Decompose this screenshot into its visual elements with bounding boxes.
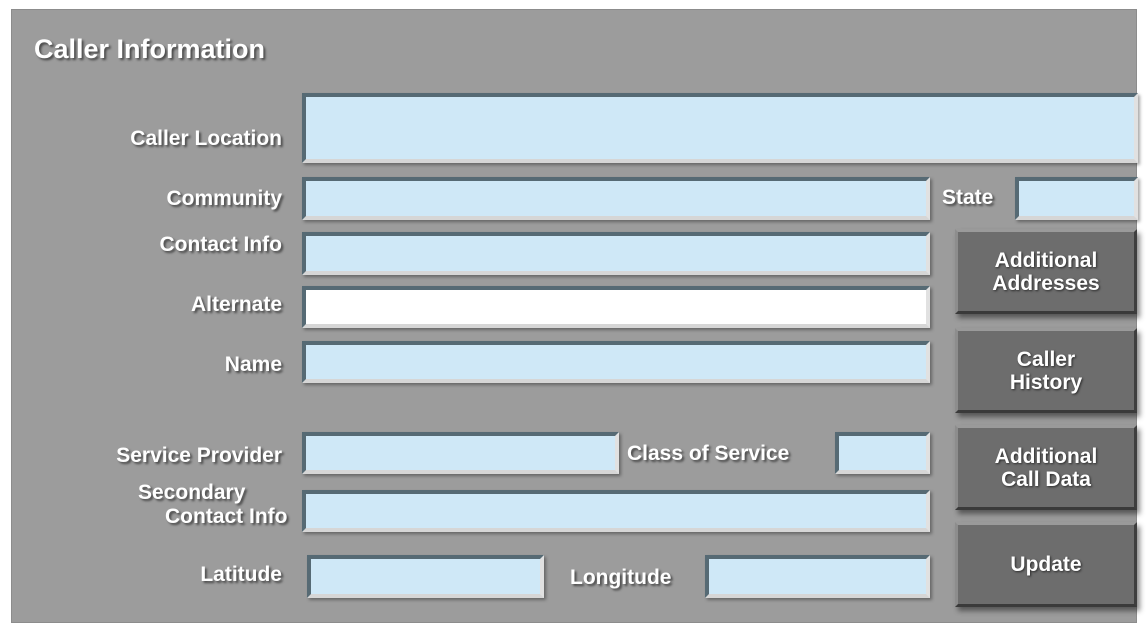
secondary-label-line1: Secondary [138, 481, 246, 504]
community-label: Community [166, 187, 283, 210]
class-of-service-label: Class of Service [627, 442, 790, 465]
name-label: Name [224, 353, 282, 376]
update-button[interactable]: Update [955, 522, 1137, 607]
additional-addresses-button[interactable]: Additional Addresses [955, 229, 1137, 314]
name-field[interactable] [302, 341, 930, 383]
contact-info-field[interactable] [302, 232, 930, 275]
class-of-service-field[interactable] [835, 432, 930, 474]
additional-call-data-button[interactable]: Additional Call Data [955, 425, 1137, 510]
secondary-label-line2: Contact Info [165, 505, 288, 528]
service-provider-field[interactable] [302, 432, 619, 474]
state-label: State [942, 186, 994, 209]
alternate-field[interactable] [302, 286, 930, 328]
latitude-label: Latitude [200, 563, 282, 586]
caller-history-button[interactable]: Caller History [955, 328, 1137, 413]
longitude-label: Longitude [570, 566, 672, 589]
state-field[interactable] [1015, 177, 1138, 220]
contact-info-label: Contact Info [159, 233, 282, 256]
secondary-contact-info-field[interactable] [302, 490, 930, 532]
longitude-field[interactable] [705, 555, 930, 598]
caller-location-field[interactable] [302, 93, 1138, 163]
caller-location-label: Caller Location [130, 127, 282, 150]
panel-title: Caller Information [34, 34, 266, 64]
community-field[interactable] [302, 177, 930, 220]
service-provider-label: Service Provider [116, 444, 282, 467]
alternate-label: Alternate [190, 293, 282, 316]
latitude-field[interactable] [307, 555, 544, 598]
